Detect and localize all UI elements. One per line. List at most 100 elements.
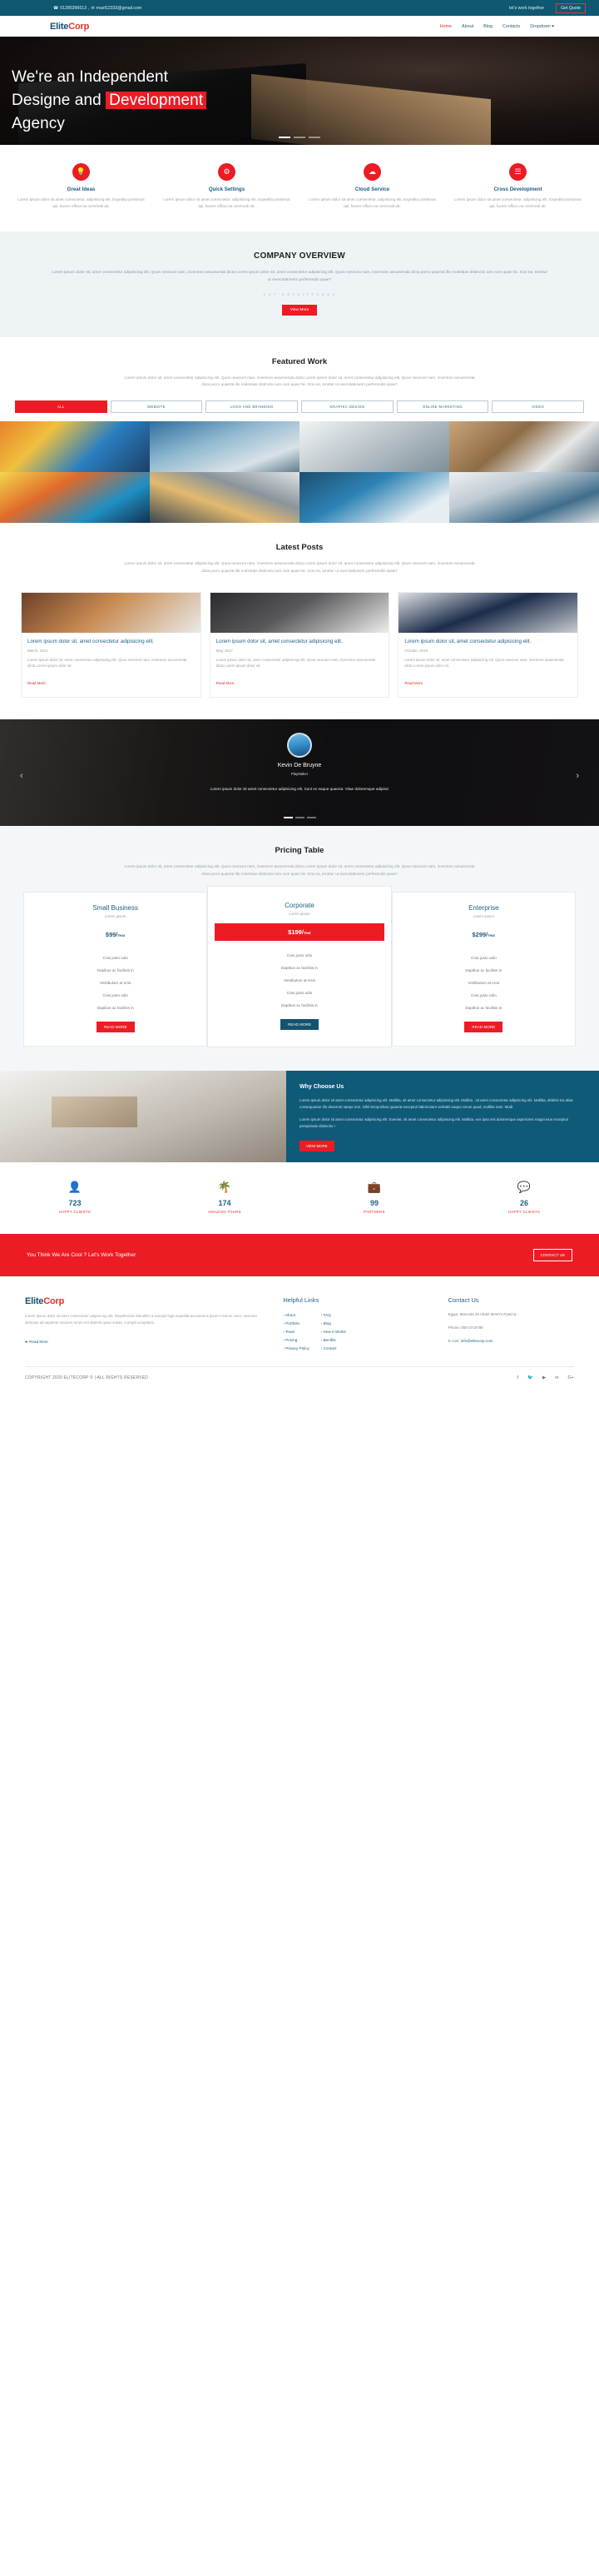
filter-all[interactable]: ALL <box>14 400 107 414</box>
blog-read-more-link[interactable]: Read More <box>27 681 46 685</box>
hero-dot-3[interactable] <box>309 137 320 138</box>
footer-link-team[interactable]: › Team <box>283 1328 309 1336</box>
portfolio-item[interactable] <box>300 472 449 524</box>
footer-link-portfolio[interactable]: › Portfolio <box>283 1320 309 1328</box>
testimonial-dot-2[interactable] <box>295 817 304 819</box>
blog-title[interactable]: Lorem ipsum dolor sit, amet consectetur … <box>216 639 384 646</box>
plan-subtitle: Lorem ipsum <box>473 913 495 918</box>
plan-read-more-button[interactable]: READ MORE <box>464 1021 503 1032</box>
googleplus-icon[interactable]: G+ <box>568 1375 575 1380</box>
briefcase-icon: 💼 <box>367 1180 382 1193</box>
pricing-section: Pricing Table Lorem ipsum dolor sit, ame… <box>0 826 599 1071</box>
nav-item-about[interactable]: About <box>462 24 473 29</box>
twitter-icon[interactable]: 🐦 <box>527 1375 533 1380</box>
plan-feature: Dapibus ac facilisis in <box>465 1005 502 1010</box>
footer-link-how-it-works[interactable]: › How It Works <box>321 1328 346 1336</box>
footer-link-pricing[interactable]: › Pricing <box>283 1336 309 1345</box>
footer: EliteCorp Lorem ipsum dolor sit amet con… <box>0 1276 599 1366</box>
footer-logo[interactable]: EliteCorp <box>25 1296 266 1306</box>
portfolio-item[interactable] <box>0 421 150 473</box>
youtube-icon[interactable]: ▶ <box>542 1375 546 1380</box>
footer-email-value[interactable]: info@elitecorp.com <box>461 1339 493 1343</box>
plan-feature: Cras justo odio <box>102 992 128 997</box>
footer-link-privacy-policy[interactable]: › Privacy Policy <box>283 1345 309 1353</box>
blog-title[interactable]: Lorem ipsum dolor sit, amet consectetur … <box>27 639 195 646</box>
plan-read-more-button[interactable]: READ MORE <box>280 1018 319 1030</box>
footer-links-col-2: › FAQ › Blog › How It Works › Benifits ›… <box>321 1311 346 1353</box>
topbar-separator: , <box>87 5 90 11</box>
chevron-left-icon[interactable]: ‹ <box>20 771 23 781</box>
pricing-plans: Small Business Lorem ipsum $99/Year Cras… <box>0 885 599 1047</box>
footer-about-column: EliteCorp Lorem ipsum dolor sit amet con… <box>25 1296 266 1353</box>
filter-online-marketing[interactable]: ONLINE MARKETING <box>396 400 489 414</box>
pricing-plan-small-business: Small Business Lorem ipsum $99/Year Cras… <box>23 891 208 1047</box>
nav-item-dropdown[interactable]: Dropdown ▾ <box>530 24 554 29</box>
service-title: Cross Development <box>493 186 542 192</box>
blog-card[interactable]: Lorem ipsum dolor sit, amet consectetur … <box>209 591 390 699</box>
get-quote-button[interactable]: Get Quote <box>556 2 586 13</box>
footer-phone-line: Phone: 050-3719788 <box>448 1325 574 1330</box>
portfolio-item[interactable] <box>150 421 300 473</box>
plan-feature: Dapibus ac facilisis in <box>97 1005 134 1010</box>
service-title: Great Ideas <box>67 186 96 192</box>
cta-banner: You Think We Are Cool ? Let's Work Toget… <box>0 1233 599 1276</box>
nav-item-blog[interactable]: Blog <box>483 24 493 29</box>
testimonial-content: Kevin De Bruyne PlayMaker Lorem ipsum do… <box>0 719 599 793</box>
testimonial-dot-3[interactable] <box>306 817 316 819</box>
footer-links-col-1: › About › Portfolio › Team › Pricing › P… <box>283 1311 309 1353</box>
footer-link-blog[interactable]: › Blog <box>321 1320 346 1328</box>
footer-link-benifits[interactable]: › Benifits <box>321 1336 346 1345</box>
blog-read-more-link[interactable]: Read More <box>404 681 423 685</box>
blog-title[interactable]: Lorem ipsum dolor sit, amet consectetur … <box>404 639 572 646</box>
facebook-icon[interactable]: f <box>517 1375 519 1380</box>
linkedin-icon[interactable]: in <box>555 1375 558 1380</box>
footer-link-about[interactable]: › About <box>283 1311 309 1320</box>
chevron-right-icon[interactable]: › <box>576 771 579 781</box>
footer-link-label: Privacy Policy <box>285 1346 309 1351</box>
posts-title: Latest Posts <box>275 543 324 553</box>
topbar-phone[interactable]: 01285396613 <box>60 6 87 11</box>
view-more-button[interactable]: View More <box>281 304 318 316</box>
footer-link-faq[interactable]: › FAQ <box>321 1311 346 1320</box>
plan-feature: Cras justo odio <box>102 955 128 960</box>
testimonial-carousel-dots[interactable] <box>0 817 599 819</box>
plan-read-more-button[interactable]: READ MORE <box>96 1021 135 1032</box>
service-card-great-ideas: 💡 Great Ideas Lorem ipsum dolor sit amet… <box>8 163 154 210</box>
footer-phone-value[interactable]: 050-3719788 <box>461 1325 483 1330</box>
hero-carousel-dots[interactable] <box>0 137 599 138</box>
plan-price: $199/Year <box>215 922 384 941</box>
hero-line-1: We're an Independent <box>12 68 169 86</box>
site-logo[interactable]: EliteCorp <box>50 22 89 32</box>
footer-link-label: About <box>285 1313 295 1318</box>
nav-item-contacts[interactable]: Contacts <box>502 24 520 29</box>
blog-card[interactable]: Lorem ipsum dolor sit, amet consectetur … <box>21 591 201 699</box>
arrow-circle-right-icon: ➨ <box>25 1340 28 1345</box>
filter-website[interactable]: WEBSITE <box>110 400 203 414</box>
footer-contact-column: Contact Us Egypt, Manzala 26 Abdel Meni'… <box>448 1296 574 1353</box>
filter-video[interactable]: VIDEO <box>492 400 585 414</box>
hero-line-3: Agency <box>12 115 65 133</box>
portfolio-item[interactable] <box>0 472 150 524</box>
footer-phone-label: Phone: <box>448 1325 462 1330</box>
footer-link-contact[interactable]: › Contact <box>321 1345 346 1353</box>
filter-logo-and-branding[interactable]: LOGO AND BRANDING <box>205 400 298 414</box>
portfolio-item[interactable] <box>449 421 599 473</box>
footer-read-more-link[interactable]: ➨ Read More <box>25 1340 48 1344</box>
blog-read-more-link[interactable]: Read More <box>216 681 235 685</box>
portfolio-item[interactable] <box>150 472 300 524</box>
topbar-tagline: let's work together <box>509 5 545 11</box>
portfolio-item[interactable] <box>300 421 449 473</box>
testimonial-name: Kevin De Bruyne <box>277 763 322 769</box>
hero-dot-2[interactable] <box>294 137 305 138</box>
topbar-email[interactable]: masf12333@gmail.com <box>97 6 142 11</box>
contact-us-button[interactable]: CONTACT US <box>532 1248 572 1261</box>
filter-graphic-design[interactable]: GRAPHIC DESIGN <box>301 400 394 414</box>
overview-title: COMPANY OVERVIEW <box>254 251 345 261</box>
testimonial-dot-1[interactable] <box>283 817 293 819</box>
why-choose-view-more-button[interactable]: VIEW MORE <box>300 1140 334 1151</box>
nav-item-home[interactable]: Home <box>440 24 452 29</box>
plan-feature: Cras justo odio <box>286 990 313 995</box>
portfolio-item[interactable] <box>449 472 599 524</box>
blog-card[interactable]: Lorem ipsum dolor sit, amet consectetur … <box>398 591 579 699</box>
hero-dot-1[interactable] <box>279 137 290 138</box>
